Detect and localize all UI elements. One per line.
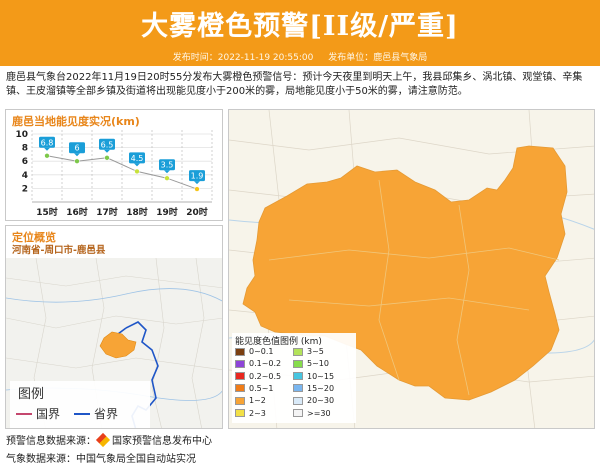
warning-banner: 大雾橙色预警[II级/严重] 发布时间：2022-11-19 20:55:00 … bbox=[0, 0, 600, 66]
data-point bbox=[74, 158, 80, 164]
data-label-pointer bbox=[194, 181, 200, 185]
data-label-pointer bbox=[134, 163, 140, 167]
legend-range-label: 20~30 bbox=[307, 396, 335, 406]
province-border-line-icon bbox=[74, 412, 90, 415]
legend-range-label: 15~20 bbox=[307, 383, 335, 393]
data-point bbox=[164, 175, 170, 181]
y-tick-label: 6 bbox=[22, 157, 28, 167]
warning-source-label: 预警信息数据来源： bbox=[6, 436, 96, 447]
legend-color-swatch bbox=[293, 384, 303, 393]
national-border-line-icon bbox=[16, 412, 32, 415]
legend-range-label: 5~10 bbox=[307, 359, 329, 369]
visibility-legend-item: 20~30 bbox=[293, 396, 334, 405]
data-label-pointer bbox=[104, 149, 110, 153]
legend-color-swatch bbox=[235, 396, 245, 405]
data-label: 1.9 bbox=[191, 172, 204, 181]
legend-color-swatch bbox=[293, 372, 303, 381]
publish-time: 发布时间：2022-11-19 20:55:00 bbox=[172, 53, 314, 63]
y-tick-label: 4 bbox=[22, 171, 28, 181]
legend-range-label: 0.1~0.2 bbox=[249, 359, 282, 369]
legend-range-label: 0~0.1 bbox=[249, 347, 274, 356]
legend-color-swatch bbox=[235, 384, 245, 393]
warning-source-line: 预警信息数据来源： 国家预警信息发布中心 bbox=[6, 432, 212, 451]
visibility-legend-title: 能见度色值图例 (km) bbox=[235, 337, 322, 347]
x-tick-label: 18时 bbox=[126, 206, 148, 218]
visibility-chart-panel: 10 8 6 4 2 6.8 15时 6 16时 6.5 17时 4.5 18时 3.5 19时 1.9 20时… bbox=[5, 109, 223, 221]
legend-province-border: 省界 bbox=[74, 405, 118, 422]
legend-national-border-label: 国界 bbox=[36, 407, 61, 421]
legend-color-swatch bbox=[293, 347, 303, 356]
legend-color-swatch bbox=[293, 396, 303, 405]
legend-color-swatch bbox=[293, 409, 303, 417]
publisher: 发布单位：鹿邑县气象局 bbox=[328, 53, 428, 63]
y-tick-label: 8 bbox=[22, 144, 28, 154]
data-sources: 预警信息数据来源： 国家预警信息发布中心 气象数据来源：中国气象局全国自动站实况 bbox=[6, 432, 212, 469]
visibility-legend-item: >=30 bbox=[293, 409, 331, 418]
data-label: 4.5 bbox=[131, 154, 144, 163]
warning-notice-text: 鹿邑县气象台2022年11月19日20时55分发布大雾橙色预警信号：预计今天夜里… bbox=[6, 72, 583, 97]
data-label: 3.5 bbox=[161, 161, 174, 170]
location-legend: 图例 国界 省界 bbox=[10, 381, 150, 428]
legend-range-label: 0.5~1 bbox=[249, 383, 274, 393]
visibility-legend-item: 3~5 bbox=[293, 347, 324, 356]
x-tick-label: 19时 bbox=[156, 206, 178, 218]
warning-center-logo-icon bbox=[95, 432, 111, 448]
visibility-legend-item: 0.2~0.5 bbox=[235, 372, 281, 381]
warning-source-name[interactable]: 国家预警信息发布中心 bbox=[112, 436, 212, 447]
data-label: 6.8 bbox=[41, 138, 54, 147]
data-label: 6.5 bbox=[101, 140, 114, 149]
visibility-legend-item: 15~20 bbox=[293, 384, 334, 393]
visibility-color-legend: 能见度色值图例 (km) 0~0.1 3~5 0.1~0.2 5~10 0.2~0.5 1… bbox=[232, 333, 356, 423]
data-point bbox=[104, 155, 110, 161]
visibility-chart-title: 鹿邑当地能见度实况(km) bbox=[12, 115, 140, 128]
visibility-legend-item: 2~3 bbox=[235, 409, 266, 418]
visibility-legend-item: 0~0.1 bbox=[235, 347, 274, 356]
legend-range-label: >=30 bbox=[307, 408, 331, 418]
x-tick-label: 16时 bbox=[66, 206, 88, 218]
visibility-legend-item: 5~10 bbox=[293, 359, 329, 368]
data-point bbox=[44, 153, 50, 159]
visibility-legend-item: 0.5~1 bbox=[235, 384, 274, 393]
legend-range-label: 10~15 bbox=[307, 371, 335, 381]
data-label-pointer bbox=[44, 147, 50, 151]
x-tick-label: 17时 bbox=[96, 206, 118, 218]
data-point bbox=[134, 168, 140, 175]
legend-range-label: 0.2~0.5 bbox=[249, 371, 282, 381]
legend-color-swatch bbox=[235, 347, 245, 356]
legend-color-swatch bbox=[235, 372, 245, 381]
visibility-legend-item: 0.1~0.2 bbox=[235, 359, 281, 368]
legend-national-border: 国界 bbox=[16, 405, 60, 422]
legend-color-swatch bbox=[235, 359, 245, 368]
visibility-legend-item: 1~2 bbox=[235, 396, 266, 405]
legend-range-label: 1~2 bbox=[249, 396, 266, 406]
location-overview-panel: 定位概览 河南省-周口市-鹿邑县 图例 国界 省界 bbox=[5, 225, 223, 429]
location-legend-title: 图例 bbox=[18, 387, 45, 402]
legend-range-label: 3~5 bbox=[307, 347, 324, 356]
data-label-pointer bbox=[74, 153, 80, 157]
warning-title: 大雾橙色预警[II级/严重] bbox=[141, 11, 459, 42]
weather-source-line: 气象数据来源：中国气象局全国自动站实况 bbox=[6, 454, 196, 465]
y-tick-label: 2 bbox=[22, 184, 28, 194]
data-label: 6 bbox=[74, 144, 79, 153]
visibility-legend-item: 10~15 bbox=[293, 372, 334, 381]
legend-color-swatch bbox=[235, 409, 245, 417]
x-tick-label: 15时 bbox=[36, 206, 58, 218]
legend-province-border-label: 省界 bbox=[94, 407, 119, 421]
legend-color-swatch bbox=[293, 359, 303, 368]
warning-meta: 发布时间：2022-11-19 20:55:00 发布单位：鹿邑县气象局 bbox=[0, 50, 600, 63]
x-tick-label: 20时 bbox=[186, 206, 208, 218]
location-breadcrumb: 河南省-周口市-鹿邑县 bbox=[12, 245, 106, 256]
data-label-pointer bbox=[164, 170, 170, 174]
legend-range-label: 2~3 bbox=[249, 408, 266, 418]
y-tick-label: 10 bbox=[15, 130, 28, 140]
data-point bbox=[194, 186, 200, 192]
